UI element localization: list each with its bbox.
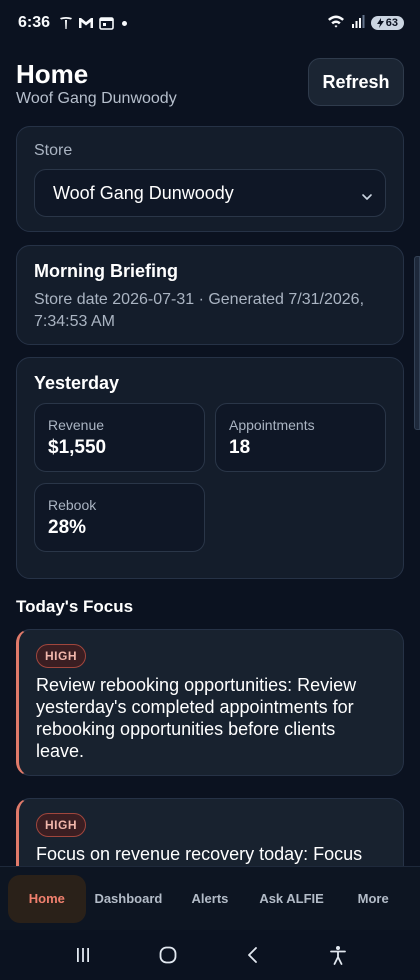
appointments-metric: Appointments 18 — [215, 403, 386, 472]
battery-charging-icon: 63 — [370, 16, 404, 30]
nav-dashboard[interactable]: Dashboard — [89, 875, 167, 923]
briefing-title: Morning Briefing — [34, 261, 178, 281]
edge-panel-handle[interactable] — [414, 256, 420, 430]
priority-badge: HIGH — [36, 813, 86, 837]
nav-home[interactable]: Home — [7, 874, 86, 923]
focus-item-text: Review rebooking opportunities: Review y… — [36, 675, 357, 761]
metric-value: 18 — [229, 437, 251, 458]
focus-item-text: Focus on revenue recovery today: Focus — [36, 844, 363, 864]
store-select[interactable]: Woof Gang Dunwoody — [34, 169, 386, 217]
revenue-metric: Revenue $1,550 — [34, 403, 205, 472]
metric-label: Revenue — [48, 417, 105, 433]
briefing-meta: Store date 2026-07-31 · Generated 7/31/2… — [34, 291, 365, 330]
accessibility-icon[interactable] — [323, 940, 353, 970]
nav-ask-alfie[interactable]: Ask ALFIE — [253, 875, 331, 923]
tesla-icon — [58, 16, 74, 30]
store-label: Store — [34, 142, 73, 159]
refresh-button[interactable]: Refresh — [308, 58, 404, 106]
morning-briefing-card: Morning Briefing Store date 2026-07-31 ·… — [16, 245, 404, 345]
status-bar: 6:36 63 — [0, 0, 420, 46]
store-select-value: Woof Gang Dunwoody — [53, 182, 234, 203]
back-icon[interactable] — [238, 940, 268, 970]
nav-alerts[interactable]: Alerts — [171, 875, 249, 923]
recents-icon[interactable] — [68, 940, 98, 970]
metric-value: $1,550 — [48, 437, 107, 458]
metric-value: 28% — [48, 517, 87, 538]
store-card: Store Woof Gang Dunwoody — [16, 126, 404, 232]
priority-badge: HIGH — [36, 644, 86, 668]
nav-more[interactable]: More — [334, 875, 412, 923]
yesterday-card: Yesterday Revenue $1,550 Appointments 18… — [16, 357, 404, 579]
gmail-icon — [78, 16, 94, 30]
status-time: 6:36 — [18, 14, 51, 31]
battery-level: 63 — [385, 17, 398, 29]
yesterday-title: Yesterday — [34, 373, 120, 393]
system-nav-bar — [0, 930, 420, 980]
notification-dot-icon — [122, 20, 128, 26]
metric-label: Appointments — [229, 417, 315, 433]
metric-label: Rebook — [48, 497, 97, 513]
rebook-metric: Rebook 28% — [34, 483, 205, 552]
bottom-nav: Home Dashboard Alerts Ask ALFIE More — [0, 866, 420, 930]
page-header: Home Woof Gang Dunwoody Refresh — [16, 58, 404, 110]
focus-item[interactable]: HIGH Review rebooking opportunities: Rev… — [16, 629, 404, 776]
wifi-icon — [327, 14, 345, 33]
home-circle-icon[interactable] — [153, 940, 183, 970]
focus-heading: Today's Focus — [16, 597, 134, 616]
chevron-down-icon — [361, 187, 373, 200]
signal-icon — [351, 14, 365, 33]
calendar-icon — [98, 16, 114, 30]
